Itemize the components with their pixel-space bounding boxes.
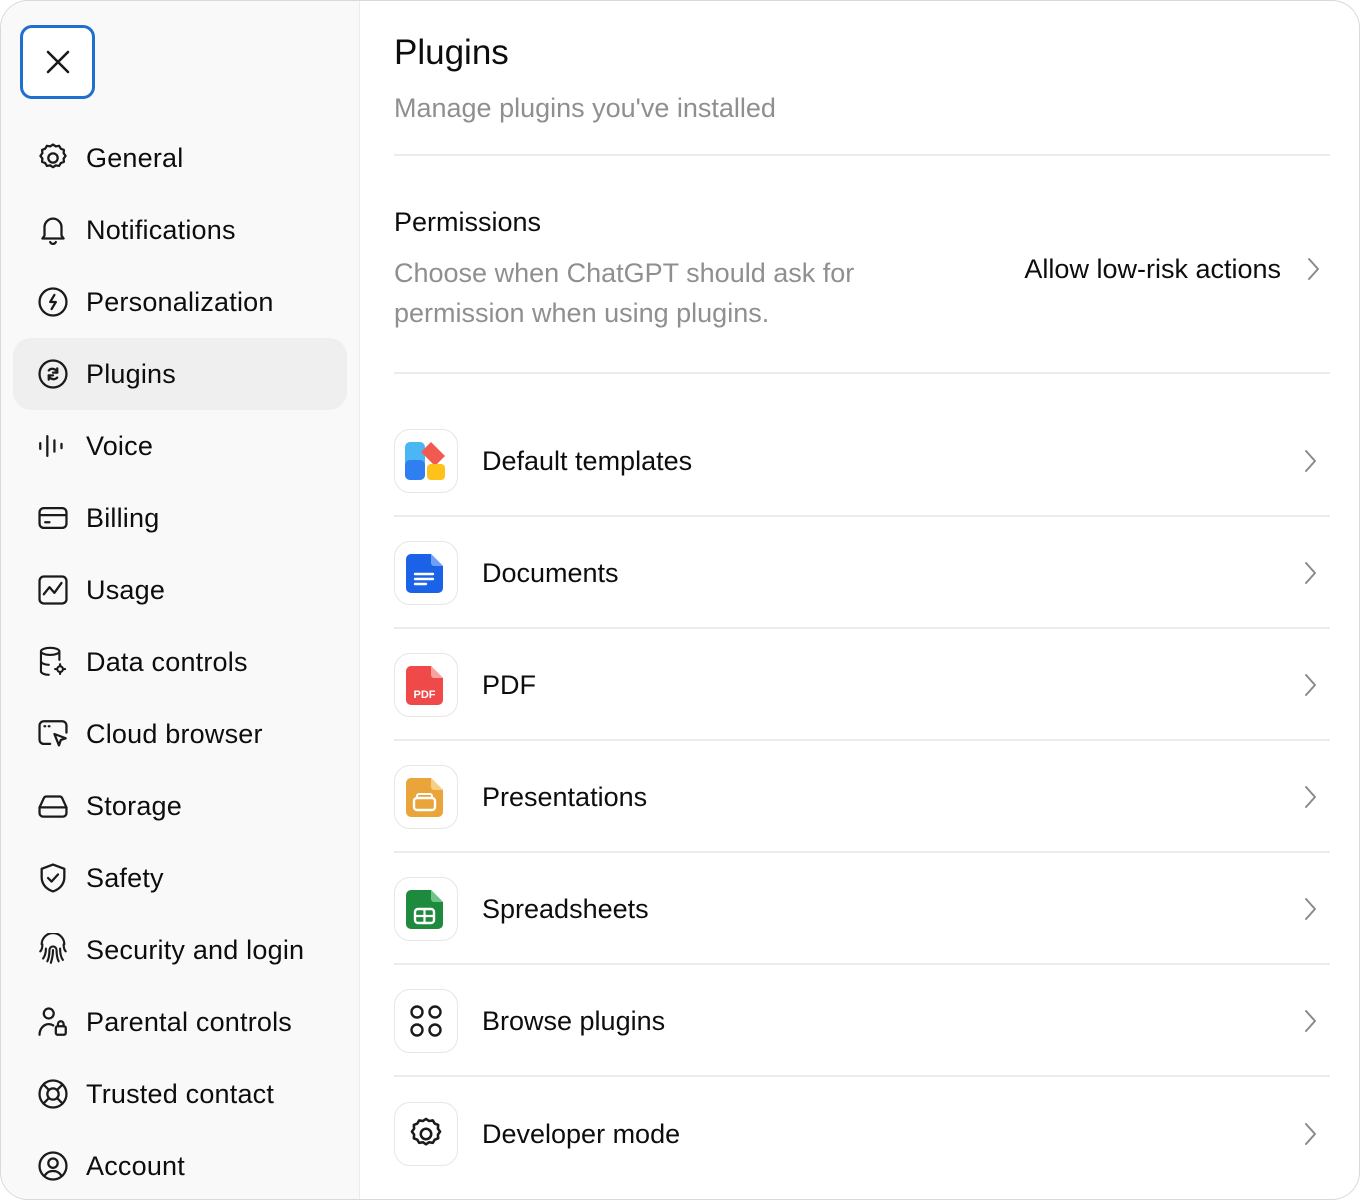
- chevron-right-icon: [1305, 786, 1316, 808]
- permissions-divider: [394, 372, 1330, 374]
- sidebar-item-data-controls[interactable]: Data controls: [13, 626, 347, 698]
- sidebar-item-parental-controls[interactable]: Parental controls: [13, 986, 347, 1058]
- row-divider: [394, 1075, 1330, 1077]
- sidebar-item-label: Parental controls: [86, 1007, 293, 1037]
- plugin-row-label: Default templates: [482, 446, 693, 476]
- plugin-icon: [35, 356, 71, 392]
- sidebar-item-label: Safety: [86, 863, 164, 893]
- chevron-right-icon: [1305, 1123, 1316, 1145]
- sidebar-item-label: Trusted contact: [86, 1079, 275, 1109]
- pdf-icon-text: PDF: [414, 689, 436, 701]
- templates-icon: [394, 429, 458, 493]
- sidebar-item-label: Billing: [86, 503, 160, 533]
- pdf-icon: PDF: [394, 653, 458, 717]
- gear-icon: [394, 1102, 458, 1166]
- sidebar-item-label: Personalization: [86, 287, 274, 317]
- drive-icon: [35, 788, 71, 824]
- bell-icon: [35, 212, 71, 248]
- sidebar-item-label: Voice: [86, 431, 154, 461]
- plugins-panel: Plugins Manage plugins you've installed …: [361, 1, 1359, 1199]
- gear-icon: [35, 140, 71, 176]
- sidebar-item-label: General: [86, 143, 184, 173]
- plugin-row-label: PDF: [482, 670, 536, 700]
- permissions-title: Permissions: [394, 207, 542, 237]
- plugin-row-default-templates[interactable]: Default templates: [394, 405, 1330, 517]
- chevron-right-icon: [1305, 898, 1316, 920]
- sidebar-item-label: Account: [86, 1151, 185, 1181]
- close-icon: [46, 50, 69, 74]
- plugin-row-label: Spreadsheets: [482, 894, 649, 924]
- plugin-row-label: Developer mode: [482, 1119, 681, 1149]
- parent-lock-icon: [35, 1004, 71, 1040]
- page-subtitle: Manage plugins you've installed: [394, 93, 776, 123]
- clock-icon: [35, 284, 71, 320]
- sidebar-item-trusted-contact[interactable]: Trusted contact: [13, 1058, 347, 1130]
- plugin-row-developer-mode[interactable]: Developer mode: [394, 1078, 1330, 1190]
- plugin-row-browse-plugins[interactable]: Browse plugins: [394, 965, 1330, 1077]
- plugin-row-pdf[interactable]: PDF PDF: [394, 629, 1330, 741]
- waveform-icon: [35, 428, 71, 464]
- chevron-right-icon: [1305, 674, 1316, 696]
- browser-icon: [35, 716, 71, 752]
- sidebar-item-label: Usage: [86, 575, 166, 605]
- sidebar-item-label: Cloud browser: [86, 719, 263, 749]
- sidebar-item-label: Security and login: [86, 935, 305, 965]
- sidebar-item-label: Notifications: [86, 215, 236, 245]
- database-icon: [35, 644, 71, 680]
- sidebar-item-security-and-login[interactable]: Security and login: [13, 914, 347, 986]
- plugin-row-label: Documents: [482, 558, 619, 588]
- user-circle-icon: [35, 1148, 71, 1184]
- lifebuoy-icon: [35, 1076, 71, 1112]
- presentation-icon: [394, 765, 458, 829]
- sidebar-item-safety[interactable]: Safety: [13, 842, 347, 914]
- chevron-right-icon: [1305, 1010, 1316, 1032]
- sidebar-item-billing[interactable]: Billing: [13, 482, 347, 554]
- permissions-select[interactable]: Allow low-risk actions: [961, 247, 1281, 291]
- sidebar-item-label: Data controls: [86, 647, 248, 677]
- sidebar-item-usage[interactable]: Usage: [13, 554, 347, 626]
- sidebar-item-notifications[interactable]: Notifications: [13, 194, 347, 266]
- sidebar-item-account[interactable]: Account: [13, 1130, 347, 1199]
- plugin-row-presentations[interactable]: Presentations: [394, 741, 1330, 853]
- fingerprint-icon: [35, 932, 71, 968]
- chevron-right-icon: [1305, 450, 1316, 472]
- sidebar-item-label: Storage: [86, 791, 182, 821]
- settings-sidebar: General Notifications Personalization Pl…: [1, 1, 360, 1199]
- grid-circles-icon: [394, 989, 458, 1053]
- plugin-row-label: Presentations: [482, 782, 648, 812]
- sidebar-item-label: Plugins: [86, 359, 176, 389]
- sidebar-item-storage[interactable]: Storage: [13, 770, 347, 842]
- shield-icon: [35, 860, 71, 896]
- chevron-right-icon: [1305, 562, 1316, 584]
- close-button[interactable]: [20, 25, 95, 99]
- plugin-row-spreadsheets[interactable]: Spreadsheets: [394, 853, 1330, 965]
- document-icon: [394, 541, 458, 605]
- sidebar-item-general[interactable]: General: [13, 122, 347, 194]
- card-icon: [35, 500, 71, 536]
- spreadsheet-icon: [394, 877, 458, 941]
- sidebar-item-personalization[interactable]: Personalization: [13, 266, 347, 338]
- plugin-row-label: Browse plugins: [482, 1006, 666, 1036]
- chevron-right-icon[interactable]: [1303, 255, 1323, 283]
- sidebar-item-plugins[interactable]: Plugins: [13, 338, 347, 410]
- page-title: Plugins: [394, 33, 509, 72]
- header-divider: [394, 154, 1330, 156]
- chart-icon: [35, 572, 71, 608]
- settings-window: General Notifications Personalization Pl…: [0, 0, 1360, 1200]
- plugin-row-documents[interactable]: Documents: [394, 517, 1330, 629]
- sidebar-item-voice[interactable]: Voice: [13, 410, 347, 482]
- sidebar-item-cloud-browser[interactable]: Cloud browser: [13, 698, 347, 770]
- permissions-description: Choose when ChatGPT should ask for permi…: [394, 258, 855, 328]
